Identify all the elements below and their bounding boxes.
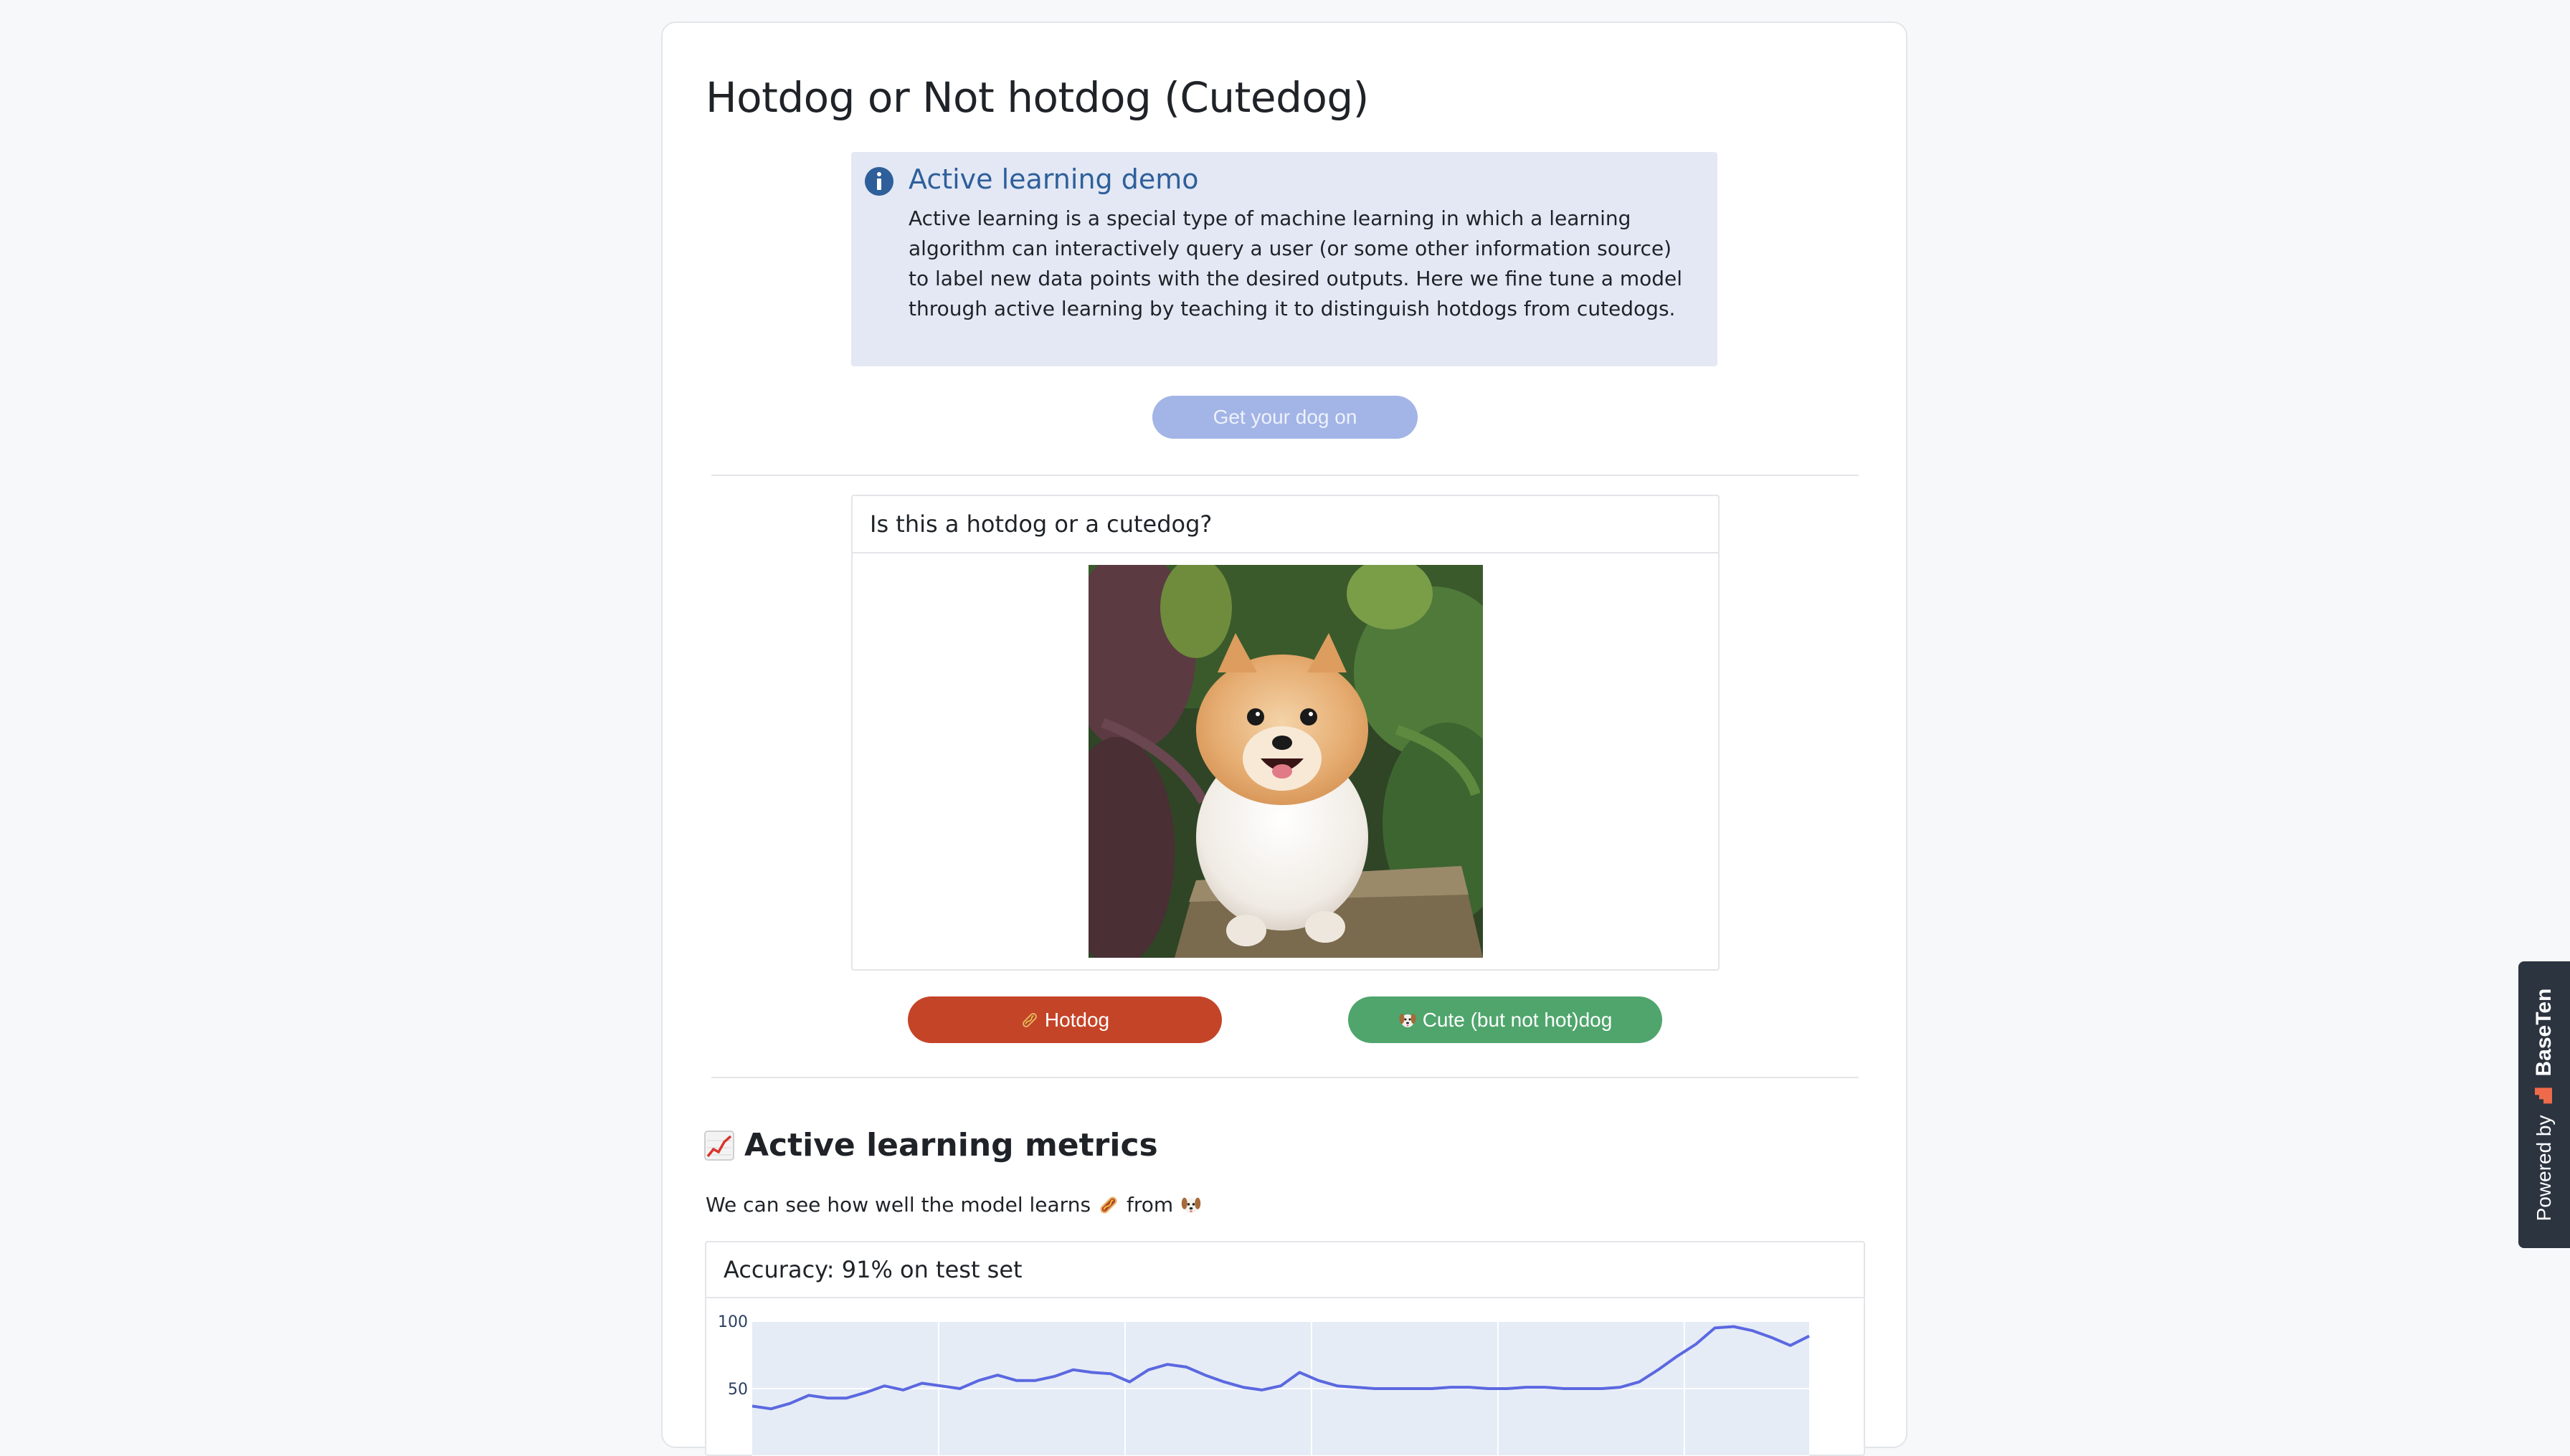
hotdog-button-label: Hotdog <box>1044 1008 1110 1031</box>
powered-by-badge[interactable]: Powered by BaseTen <box>2518 961 2570 1248</box>
info-icon <box>865 167 893 196</box>
dog-face-icon <box>1181 1197 1201 1214</box>
y-tick-label: 50 <box>728 1381 748 1399</box>
question-text: Is this a hotdog or a cutedog? <box>853 496 1718 553</box>
info-box: Active learning demo Active learning is … <box>851 152 1717 366</box>
dog-face-icon <box>1399 1013 1416 1027</box>
info-heading: Active learning demo <box>909 163 1199 195</box>
dog-photo <box>1089 565 1483 958</box>
page-title: Hotdog or Not hotdog (Cutedog) <box>706 73 1369 122</box>
hotdog-button[interactable]: Hotdog <box>908 996 1222 1043</box>
metrics-subtitle-mid: from <box>1127 1193 1174 1217</box>
hotdog-icon <box>1100 1196 1117 1213</box>
metrics-subtitle-text: We can see how well the model learns <box>706 1193 1091 1217</box>
metrics-subtitle: We can see how well the model learns fro… <box>706 1193 1202 1217</box>
cute-dog-button-label: Cute (but not hot)dog <box>1422 1008 1613 1031</box>
powered-by-brand: BaseTen <box>2532 988 2556 1077</box>
y-tick-label: 100 <box>718 1313 748 1331</box>
accuracy-panel: Accuracy: 91% on test set 100 50 <box>705 1241 1865 1456</box>
accuracy-chart: 100 50 <box>718 1313 1810 1456</box>
info-body: Active learning is a special type of mac… <box>909 206 1683 320</box>
metrics-title-text: Active learning metrics <box>744 1127 1158 1164</box>
get-your-dog-on-button[interactable]: Get your dog on <box>1152 396 1418 439</box>
metrics-title: Active learning metrics <box>704 1127 1158 1164</box>
divider <box>711 475 1859 476</box>
accuracy-header: Accuracy: 91% on test set <box>706 1242 1864 1298</box>
hotdog-icon <box>1022 1012 1037 1027</box>
baseten-logo-icon <box>2535 1088 2552 1104</box>
question-panel: Is this a hotdog or a cutedog? <box>851 495 1720 971</box>
cute-dog-button[interactable]: Cute (but not hot)dog <box>1348 996 1662 1043</box>
powered-by-label: Powered by <box>2533 1115 2555 1222</box>
divider <box>711 1077 1859 1078</box>
chart-increasing-icon <box>704 1130 734 1161</box>
